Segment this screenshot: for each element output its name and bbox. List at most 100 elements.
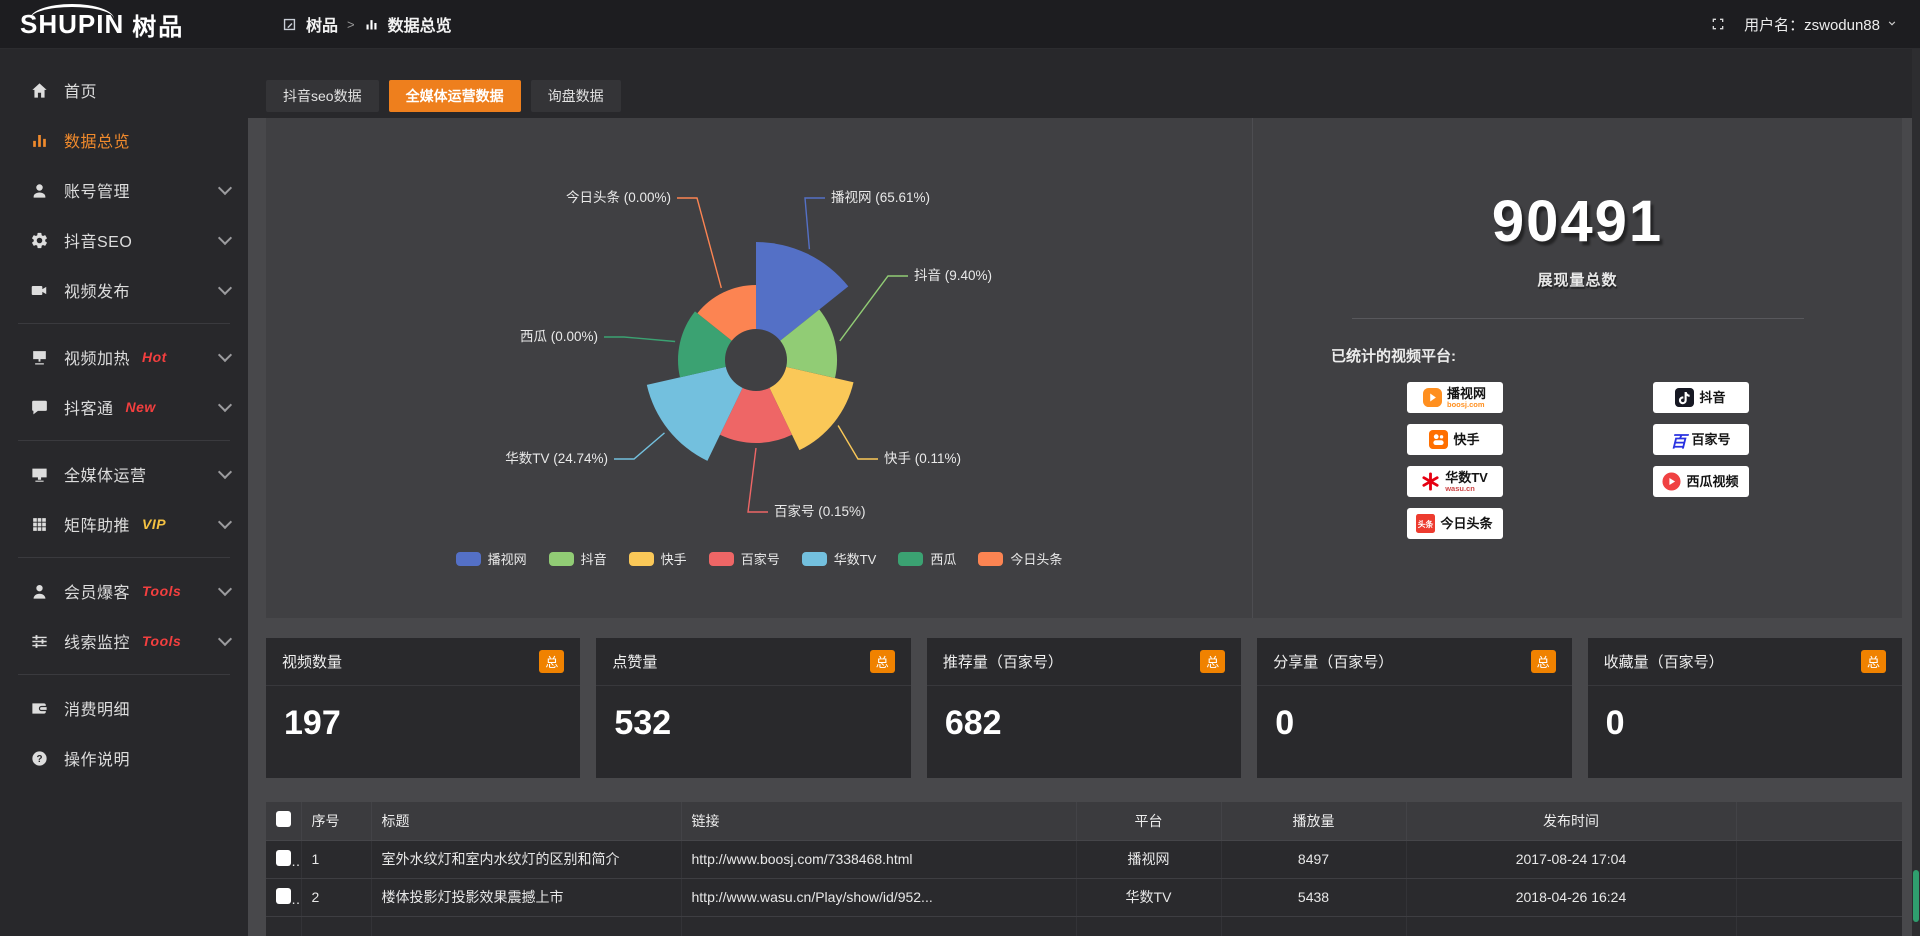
platform-badge-播视网: 播视网boosj.com bbox=[1407, 382, 1503, 413]
page-scrollbar[interactable] bbox=[1912, 48, 1920, 936]
user-label: 用户名：zswodun88 bbox=[1744, 14, 1880, 35]
stat-card-total-badge[interactable]: 总 bbox=[870, 650, 895, 673]
legend-swatch bbox=[978, 552, 1003, 566]
cell-plays: 8497 bbox=[1221, 840, 1406, 878]
boosj-icon bbox=[1423, 388, 1442, 407]
sidebar-divider bbox=[18, 674, 230, 675]
platform-badge-抖音: 抖音 bbox=[1653, 382, 1749, 413]
pie-label: 快手 (0.11%) bbox=[884, 451, 961, 466]
legend-label: 华数TV bbox=[834, 549, 877, 568]
stat-card-total-badge[interactable]: 总 bbox=[1200, 650, 1225, 673]
tab-抖音seo数据[interactable]: 抖音seo数据 bbox=[266, 80, 379, 112]
sidebar-item-全媒体运营[interactable]: 全媒体运营 bbox=[0, 449, 248, 499]
platform-name: 西瓜视频 bbox=[1686, 475, 1738, 488]
cell-plays bbox=[1221, 916, 1406, 936]
stat-card-title: 收藏量（百家号） bbox=[1604, 651, 1724, 672]
chevron-down-icon bbox=[218, 465, 232, 479]
sidebar-item-label: 抖客通 bbox=[64, 395, 114, 419]
stat-card-header: 视频数量 总 bbox=[266, 638, 580, 686]
pie-label-line bbox=[614, 433, 665, 459]
sidebar-item-矩阵助推[interactable]: 矩阵助推VIP bbox=[0, 499, 248, 549]
sidebar-item-线索监控[interactable]: 线索监控Tools bbox=[0, 616, 248, 666]
legend-item-百家号[interactable]: 百家号 bbox=[709, 549, 780, 568]
douyin-icon bbox=[1675, 388, 1694, 407]
video-icon bbox=[30, 281, 49, 300]
platform-pie-chart: 播视网 (65.61%)抖音 (9.40%)快手 (0.11%)百家号 (0.1… bbox=[266, 118, 1252, 618]
table-header-发布时间: 发布时间 bbox=[1406, 802, 1736, 840]
sidebar-item-label: 全媒体运营 bbox=[64, 462, 147, 486]
sidebar-item-badge: Hot bbox=[142, 349, 167, 365]
stat-card-title: 视频数量 bbox=[282, 651, 342, 672]
cell-platform bbox=[1076, 916, 1221, 936]
cell-link[interactable]: http://www.boosj.com/7338468.html bbox=[681, 840, 1076, 878]
sidebar-item-label: 账号管理 bbox=[64, 178, 130, 202]
chevron-down-icon bbox=[1886, 18, 1898, 30]
cell-index bbox=[301, 916, 371, 936]
legend-item-抖音[interactable]: 抖音 bbox=[549, 549, 607, 568]
legend-swatch bbox=[629, 552, 654, 566]
tab-询盘数据[interactable]: 询盘数据 bbox=[531, 80, 621, 112]
grid-icon bbox=[30, 515, 49, 534]
cell-time: 2018-04-26 16:24 bbox=[1406, 878, 1736, 916]
overview-panel: 播视网 (65.61%)抖音 (9.40%)快手 (0.11%)百家号 (0.1… bbox=[266, 118, 1902, 618]
platform-badge-华数TV: 华数TVwasu.cn bbox=[1407, 466, 1503, 497]
stat-card-total-badge[interactable]: 总 bbox=[1531, 650, 1556, 673]
legend-item-华数TV[interactable]: 华数TV bbox=[802, 549, 877, 568]
legend-swatch bbox=[549, 552, 574, 566]
cell-index: 2 bbox=[301, 878, 371, 916]
cell-link[interactable] bbox=[681, 916, 1076, 936]
sidebar-menu: 首页数据总览账号管理抖音SEO视频发布视频加热Hot抖客通New 全媒体运营矩阵助… bbox=[0, 65, 248, 783]
platform-badge-快手: 快手 bbox=[1407, 424, 1503, 455]
legend-label: 百家号 bbox=[741, 549, 780, 568]
scrollbar-thumb[interactable] bbox=[1913, 870, 1919, 922]
sidebar-divider bbox=[18, 557, 230, 558]
pie-label: 华数TV (24.74%) bbox=[505, 451, 608, 466]
platform-subtext: boosj.com bbox=[1447, 401, 1486, 409]
stat-card-title: 点赞量 bbox=[612, 651, 657, 672]
chevron-down-icon bbox=[218, 632, 232, 646]
summary-panel: 90491 展现量总数 已统计的视频平台: 播视网boosj.com快手华数TV… bbox=[1252, 118, 1902, 618]
sidebar-item-账号管理[interactable]: 账号管理 bbox=[0, 165, 248, 215]
row-checkbox[interactable] bbox=[276, 850, 291, 866]
tab-strip: 抖音seo数据全媒体运营数据询盘数据 bbox=[248, 48, 1920, 118]
sidebar-item-数据总览[interactable]: 数据总览 bbox=[0, 115, 248, 165]
breadcrumb-root[interactable]: 树品 bbox=[306, 12, 338, 36]
platform-badge-西瓜视频: 西瓜视频 bbox=[1653, 466, 1749, 497]
platform-column: 播视网boosj.com快手华数TVwasu.cn头条今日头条 bbox=[1407, 382, 1503, 539]
stat-card-total-badge[interactable]: 总 bbox=[1861, 650, 1886, 673]
svg-text:头条: 头条 bbox=[1418, 519, 1434, 529]
tab-全媒体运营数据[interactable]: 全媒体运营数据 bbox=[389, 80, 521, 112]
sidebar-item-消费明细[interactable]: 消费明细 bbox=[0, 683, 248, 733]
table-header-链接: 链接 bbox=[681, 802, 1076, 840]
user-menu[interactable]: 用户名：zswodun88 bbox=[1744, 14, 1898, 35]
sidebar-item-badge: Tools bbox=[142, 583, 181, 599]
monitor-icon bbox=[30, 465, 49, 484]
sidebar-item-label: 会员爆客 bbox=[64, 579, 130, 603]
sidebar-item-视频发布[interactable]: 视频发布 bbox=[0, 265, 248, 315]
sidebar-item-抖客通[interactable]: 抖客通New bbox=[0, 382, 248, 432]
legend-item-西瓜[interactable]: 西瓜 bbox=[898, 549, 956, 568]
stat-card-total-badge[interactable]: 总 bbox=[539, 650, 564, 673]
fullscreen-button[interactable] bbox=[1710, 16, 1726, 32]
row-checkbox[interactable] bbox=[276, 888, 291, 904]
chevron-down-icon bbox=[218, 231, 232, 245]
platforms-title: 已统计的视频平台: bbox=[1331, 345, 1902, 366]
sidebar-item-抖音SEO[interactable]: 抖音SEO bbox=[0, 215, 248, 265]
cell-title[interactable]: 室外水纹灯和室内水纹灯的区别和简介 bbox=[371, 840, 681, 878]
sidebar-item-会员爆客[interactable]: 会员爆客 Tools bbox=[0, 566, 248, 616]
cell-title[interactable] bbox=[371, 916, 681, 936]
sidebar-item-视频加热[interactable]: 视频加热Hot bbox=[0, 332, 248, 382]
legend-item-快手[interactable]: 快手 bbox=[629, 549, 687, 568]
sidebar-item-首页[interactable]: 首页 bbox=[0, 65, 248, 115]
cell-link[interactable]: http://www.wasu.cn/Play/show/id/952... bbox=[681, 878, 1076, 916]
cell-title[interactable]: 楼体投影灯投影效果震撼上市 bbox=[371, 878, 681, 916]
sidebar-item-操作说明[interactable]: ?操作说明 bbox=[0, 733, 248, 783]
legend-item-播视网[interactable]: 播视网 bbox=[456, 549, 527, 568]
legend-item-今日头条[interactable]: 今日头条 bbox=[978, 549, 1062, 568]
table-header-empty bbox=[1736, 802, 1902, 840]
platform-name: 快手 bbox=[1453, 433, 1479, 446]
platform-subtext: wasu.cn bbox=[1445, 485, 1488, 493]
breadcrumb: 树品 > 数据总览 bbox=[282, 12, 452, 36]
select-all-checkbox[interactable] bbox=[276, 811, 291, 827]
table-header-序号: 序号 bbox=[301, 802, 371, 840]
